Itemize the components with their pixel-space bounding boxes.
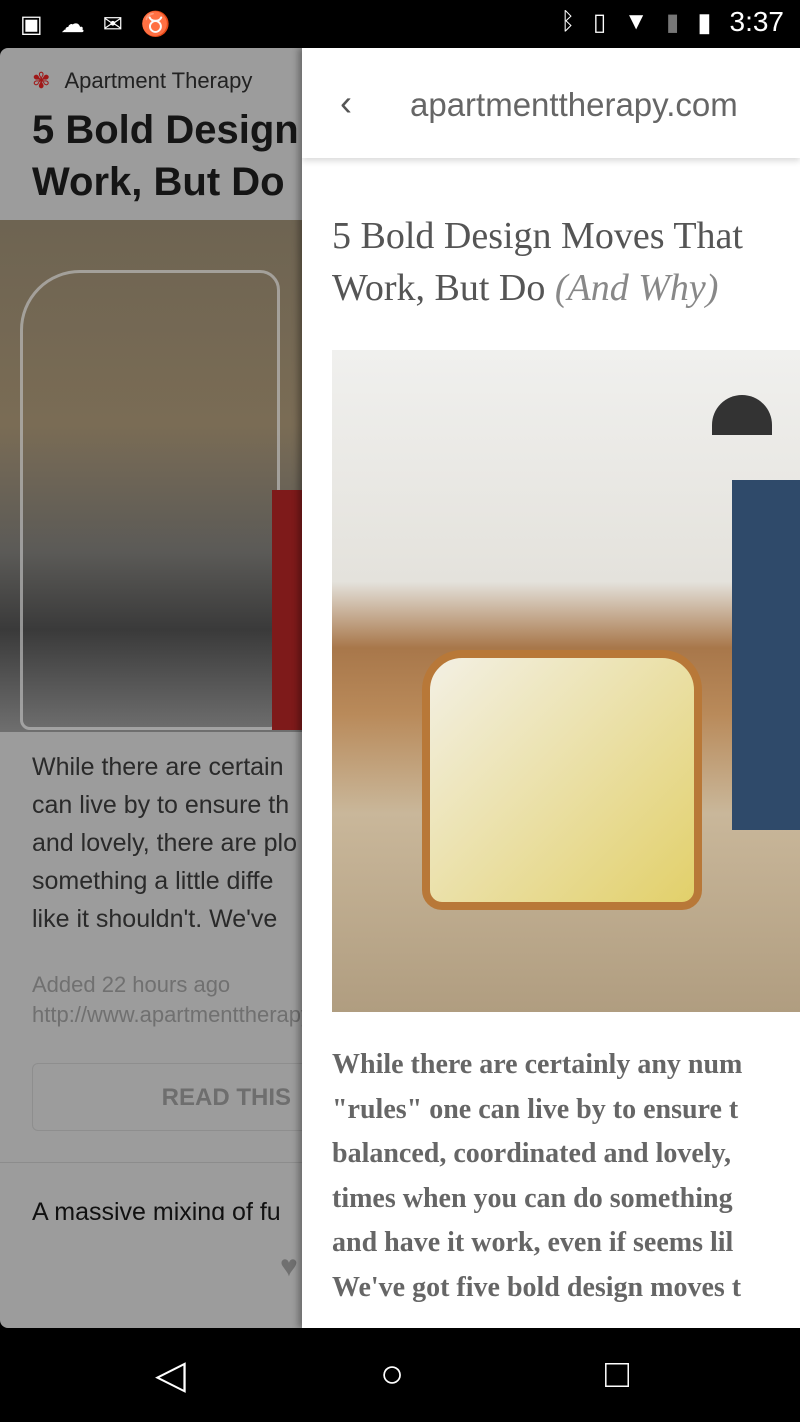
added-time: Added 22 hours ago <box>32 972 231 997</box>
title-line: Work, But Do <box>32 160 285 204</box>
read-this-button[interactable]: READ THIS <box>32 1063 302 1131</box>
article-link[interactable]: http://www.apartmenttherapy <box>32 1000 302 1030</box>
source: ✾ Apartment Therapy <box>32 68 252 94</box>
excerpt-line: like it shouldn't. We've <box>32 905 278 933</box>
title-line: Work, But Do (And Why) <box>332 262 743 314</box>
excerpt-line: While there are certain <box>32 753 284 781</box>
wifi-icon: ▼ <box>624 8 648 35</box>
gmail-icon: ✉ <box>102 11 123 38</box>
body-line: "rules" one can live by to ensure t <box>332 1093 739 1125</box>
excerpt-line: something a little diffe <box>32 867 274 895</box>
clock: 3:37 <box>729 6 785 37</box>
body-line: balanced, coordinated and lovely, <box>332 1138 732 1169</box>
card-meta: Added 22 hours ago http://www.apartmentt… <box>32 970 302 1030</box>
image-icon: ▣ <box>20 11 43 38</box>
reader-panel: ‹ apartmenttherapy.com 5 Bold Design Mov… <box>302 48 800 1328</box>
divider <box>0 1162 302 1163</box>
reader-toolbar: ‹ apartmenttherapy.com <box>302 48 800 158</box>
body-line: We've got five bold design moves t <box>332 1271 742 1303</box>
body-line: While there are certainly any num <box>332 1049 743 1080</box>
title-text: Work, But Do <box>332 267 555 309</box>
card-excerpt: While there are certain can live by to e… <box>32 748 302 938</box>
reader-body: While there are certainly any num "rules… <box>332 1043 742 1310</box>
source-name: Apartment Therapy <box>64 68 253 93</box>
body-line: times when you can do something <box>332 1182 733 1214</box>
recents-square-icon[interactable]: □ <box>605 1352 629 1397</box>
title-italic: (And Why) <box>554 267 719 309</box>
cloud-upload-icon: ☁ <box>60 11 85 38</box>
excerpt-line: can live by to ensure th <box>32 791 290 819</box>
vibrate-icon: ▯ <box>592 8 607 36</box>
battery-icon: ▮ <box>697 6 712 37</box>
reader-url: apartmenttherapy.com <box>410 86 738 123</box>
home-circle-icon[interactable]: ○ <box>380 1352 404 1397</box>
body-line: and have it work, even if seems lil <box>332 1227 734 1258</box>
excerpt-line: and lovely, there are plo <box>32 829 297 857</box>
card-title[interactable]: 5 Bold Design Work, But Do <box>32 104 302 208</box>
bluetooth-icon: ᛒ <box>560 8 575 35</box>
reader-title: 5 Bold Design Moves That Work, But Do (A… <box>332 210 743 314</box>
android-icon: ♉ <box>140 11 171 38</box>
reader-image <box>332 350 800 1012</box>
heart-icon[interactable]: ♥ <box>280 1250 298 1284</box>
title-line: 5 Bold Design Moves That <box>332 215 743 257</box>
navigation-bar: ◁ ○ □ <box>0 1328 800 1422</box>
apartment-therapy-logo-icon: ✾ <box>32 68 51 93</box>
card-image[interactable] <box>0 220 302 732</box>
next-card-preview[interactable]: A massive mixing of fu <box>32 1198 281 1220</box>
title-line: 5 Bold Design <box>32 108 299 152</box>
no-sim-icon: ▮ <box>665 8 680 36</box>
status-bar: ▣ ☁ ✉ ♉ ᛒ ▯ ▼ ▮ ▮ 3:37 <box>0 0 800 48</box>
back-chevron-icon[interactable]: ‹ <box>340 82 352 124</box>
article-card[interactable]: ✾ Apartment Therapy 5 Bold Design Work, … <box>0 48 302 1328</box>
back-triangle-icon[interactable]: ◁ <box>155 1352 186 1398</box>
